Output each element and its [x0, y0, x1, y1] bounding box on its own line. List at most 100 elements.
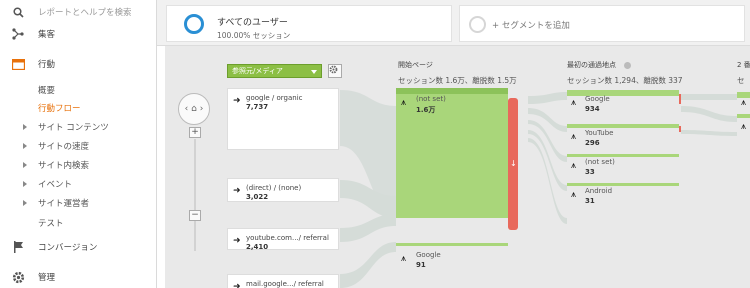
page-node-icon: ⩚: [571, 190, 577, 200]
segment-bar: すべてのユーザー 100.00% セッション + セグメントを追加: [157, 0, 750, 46]
page-node-icon: ⩚: [571, 98, 577, 108]
sidebar-item-site-search[interactable]: サイト内検索: [38, 159, 89, 171]
flow-node-start-google[interactable]: [396, 243, 508, 246]
chevron-down-icon: [311, 70, 317, 74]
behavior-icon: [11, 57, 25, 71]
sidebar-item-acquisition[interactable]: 集客: [0, 27, 156, 41]
source-node[interactable]: ➜ mail.google.../ referral: [227, 274, 339, 288]
entrance-arrow-icon: ➜: [233, 96, 241, 106]
source-value: 7,737: [246, 103, 269, 111]
expand-icon[interactable]: [23, 162, 27, 168]
sidebar-item-label: 集客: [38, 30, 56, 40]
column-subtitle: セ: [737, 76, 745, 85]
flow-node-second[interactable]: [737, 114, 750, 118]
node-value: 1.6万: [416, 106, 436, 114]
search-row[interactable]: レポートとヘルプを検索: [0, 5, 156, 19]
source-value: 2,410: [246, 243, 269, 251]
flow-node-first-android[interactable]: [567, 183, 679, 186]
node-name: YouTube: [585, 129, 614, 137]
search-input[interactable]: レポートとヘルプを検索: [38, 6, 132, 18]
source-name: youtube.com.../ referral: [246, 234, 329, 242]
expand-icon[interactable]: [23, 143, 27, 149]
flow-node-first-google[interactable]: [567, 90, 679, 96]
behavior-flow-canvas[interactable]: ↓ 参照元/メディア 開始ページ セッション数 1.6万、離脱数 1.5万 最初…: [165, 46, 750, 288]
sidebar-item-test[interactable]: テスト: [38, 217, 64, 229]
sidebar: レポートとヘルプを検索 集客 行動 概要 行動フロー サイト コンテンツ サイト…: [0, 0, 157, 288]
source-node[interactable]: ➜ google / organic 7,737: [227, 88, 339, 150]
flow-node-first-youtube[interactable]: [567, 124, 679, 128]
page-node-icon: ⩚: [401, 98, 407, 108]
node-value: 934: [585, 105, 600, 113]
expand-icon[interactable]: [23, 200, 27, 206]
dropoff-arrow-icon: ↓: [510, 159, 517, 168]
segment-subtitle: 100.00% セッション: [217, 31, 291, 40]
node-value: 296: [585, 139, 600, 147]
node-label: (not set) 1.6万: [416, 95, 446, 115]
node-label: Google 91: [416, 251, 441, 269]
dropoff-bar: [679, 126, 681, 132]
node-value: 31: [585, 197, 595, 205]
analytics-app: レポートとヘルプを検索 集客 行動 概要 行動フロー サイト コンテンツ サイト…: [0, 0, 750, 288]
column-subtitle: セッション数 1,294、離脱数 337: [567, 76, 683, 85]
sidebar-item-publisher[interactable]: サイト運営者: [38, 197, 89, 209]
pan-control[interactable]: ‹ ⌂ ›: [178, 93, 210, 125]
page-node-icon: ⩚: [401, 254, 407, 264]
home-icon: ‹ ⌂ ›: [184, 104, 204, 114]
sidebar-item-overview[interactable]: 概要: [38, 84, 55, 96]
column-title: 2 番: [737, 61, 750, 69]
sidebar-item-conversion[interactable]: コンバージョン: [0, 240, 156, 254]
page-node-icon: ⩚: [571, 161, 577, 171]
zoom-in-button[interactable]: +: [189, 127, 201, 138]
node-value: 33: [585, 168, 595, 176]
flow-link: [340, 214, 396, 242]
flow-link: [528, 138, 567, 224]
source-value: 3,022: [246, 193, 269, 201]
close-icon[interactable]: [624, 61, 632, 69]
segment-ring-icon: [469, 16, 486, 33]
node-name: (not set): [585, 158, 615, 166]
expand-icon[interactable]: [23, 181, 27, 187]
source-node[interactable]: ➜ youtube.com.../ referral 2,410: [227, 228, 339, 251]
node-label: YouTube 296: [585, 129, 613, 147]
column-header-start: 開始ページ セッション数 1.6万、離脱数 1.5万: [398, 60, 517, 86]
node-label: Google 934: [585, 95, 610, 113]
dropoff-bar: [679, 94, 681, 104]
flow-node-bar: [396, 88, 508, 94]
segment-ring-icon: [184, 14, 204, 34]
page-node-icon: ⩚: [571, 132, 577, 142]
source-name: (direct) / (none): [246, 184, 302, 192]
segment-title: すべてのユーザー: [217, 18, 288, 28]
flow-link: [528, 108, 567, 132]
sidebar-item-label: 行動: [38, 60, 56, 70]
search-icon: [11, 5, 25, 19]
source-name: mail.google.../ referral: [246, 280, 324, 288]
segment-all-users[interactable]: すべてのユーザー 100.00% セッション: [166, 5, 452, 42]
source-node[interactable]: ➜ (direct) / (none) 3,022: [227, 178, 339, 202]
node-name: Google: [585, 95, 610, 103]
sidebar-item-site-content[interactable]: サイト コンテンツ: [38, 121, 109, 133]
gear-icon: [329, 65, 338, 74]
flow-settings-button[interactable]: [328, 64, 342, 78]
sidebar-item-behavior[interactable]: 行動: [0, 57, 156, 71]
flow-node-first-notset[interactable]: [567, 154, 679, 157]
flow-link: [681, 106, 737, 122]
expand-icon[interactable]: [23, 124, 27, 130]
node-name: Android: [585, 187, 613, 195]
zoom-out-button[interactable]: −: [189, 210, 201, 221]
sidebar-item-site-speed[interactable]: サイトの速度: [38, 140, 89, 152]
column-subtitle: セッション数 1.6万、離脱数 1.5万: [398, 76, 517, 85]
add-segment-label: + セグメントを追加: [492, 21, 570, 31]
sidebar-item-behavior-flow[interactable]: 行動フロー: [38, 102, 81, 114]
sidebar-item-events[interactable]: イベント: [38, 178, 72, 190]
flow-link: [681, 130, 737, 136]
sidebar-item-admin[interactable]: 管理: [0, 270, 156, 284]
zoom-slider-track[interactable]: [194, 139, 196, 251]
flow-node-start[interactable]: [396, 88, 508, 218]
node-name: Google: [416, 251, 441, 259]
sidebar-item-label: 管理: [38, 273, 56, 283]
column-title: 最初の通過地点: [567, 61, 616, 69]
column-header-first-interaction: 最初の通過地点 セッション数 1,294、離脱数 337: [567, 60, 683, 86]
add-segment-button[interactable]: + セグメントを追加: [459, 5, 745, 42]
flow-link: [681, 94, 737, 100]
dimension-dropdown[interactable]: 参照元/メディア: [227, 64, 322, 78]
